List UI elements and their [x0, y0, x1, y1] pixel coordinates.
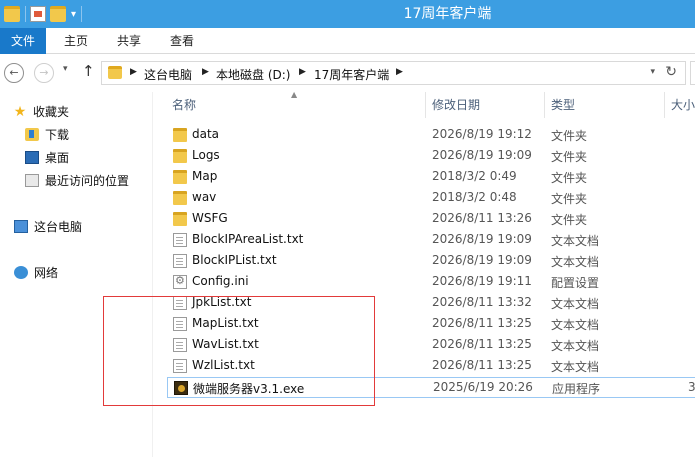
text-file-icon	[173, 233, 187, 247]
file-name: Config.ini	[192, 274, 249, 288]
file-date: 2026/8/19 19:09	[432, 232, 532, 246]
file-date: 2026/8/11 13:25	[432, 358, 532, 372]
chevron-right-icon[interactable]: ▶	[299, 67, 306, 77]
chevron-right-icon[interactable]: ▶	[130, 67, 137, 77]
breadcrumb-this-pc[interactable]: 这台电脑	[144, 66, 192, 83]
file-name: data	[192, 127, 220, 141]
tab-view[interactable]: 查看	[170, 28, 194, 54]
desktop-icon	[25, 151, 39, 164]
nav-item-label: 收藏夹	[33, 105, 70, 119]
nav-item-favorites[interactable]: ★ 收藏夹	[12, 102, 69, 122]
ribbon-tabs: 文件 主页 共享 查看	[0, 28, 695, 54]
file-type: 文本文档	[551, 318, 600, 332]
file-type: 文本文档	[551, 234, 600, 248]
refresh-icon[interactable]: ↻	[665, 64, 677, 80]
nav-item-recent-places[interactable]: 最近访问的位置	[25, 171, 129, 191]
nav-item-desktop[interactable]: 桌面	[25, 148, 69, 168]
file-row-blockiparealist[interactable]: BlockIPAreaList.txt 2026/8/19 19:09 文本文档	[167, 230, 695, 251]
nav-item-downloads[interactable]: 下载	[25, 125, 69, 145]
chevron-right-icon[interactable]: ▶	[396, 67, 403, 77]
file-date: 2026/8/11 13:25	[432, 337, 532, 351]
recent-locations-chevron-icon[interactable]: ▾	[63, 64, 68, 74]
file-type: 文件夹	[551, 129, 588, 143]
file-name: BlockIPAreaList.txt	[192, 232, 304, 246]
folder-icon	[108, 66, 122, 79]
file-name: Logs	[192, 148, 220, 162]
nav-item-label: 桌面	[45, 151, 70, 165]
tab-share[interactable]: 共享	[117, 28, 141, 54]
column-header-name[interactable]: 名称	[166, 92, 426, 118]
navigation-bar: ← → ▾ ↑ ▶ 这台电脑 ▶ 本地磁盘 (D:) ▶ 17周年客户端 ▶ ▾…	[0, 54, 695, 92]
file-date: 2026/8/19 19:09	[432, 148, 532, 162]
column-header-size[interactable]: 大小	[665, 92, 695, 118]
nav-item-network[interactable]: 网络	[14, 263, 58, 283]
up-arrow-icon[interactable]: ↑	[82, 62, 95, 80]
file-date: 2026/8/19 19:12	[432, 127, 532, 141]
file-type: 文本文档	[551, 255, 600, 269]
nav-item-this-pc[interactable]: 这台电脑	[14, 217, 82, 237]
nav-item-label: 最近访问的位置	[45, 174, 130, 188]
file-type: 文本文档	[551, 339, 600, 353]
window-title: 17周年客户端	[403, 6, 492, 22]
address-bar[interactable]: ▶ 这台电脑 ▶ 本地磁盘 (D:) ▶ 17周年客户端 ▶ ▾ ↻	[101, 61, 686, 85]
config-file-icon	[173, 274, 187, 289]
file-date: 2026/8/11 13:26	[432, 211, 532, 225]
folder-icon	[173, 212, 187, 226]
folder-icon	[173, 191, 187, 205]
folder-icon	[173, 170, 187, 184]
tab-file[interactable]: 文件	[0, 28, 46, 54]
file-date: 2018/3/2 0:48	[432, 190, 517, 204]
back-button[interactable]: ←	[4, 63, 24, 83]
file-row-blockiplist[interactable]: BlockIPList.txt 2026/8/19 19:09 文本文档	[167, 251, 695, 272]
file-size: 3,	[688, 380, 695, 394]
search-input[interactable]	[690, 61, 695, 85]
file-name: wav	[192, 190, 217, 204]
breadcrumb-current-folder[interactable]: 17周年客户端	[314, 66, 389, 83]
file-row-wsfg[interactable]: WSFG 2026/8/11 13:26 文件夹	[167, 209, 695, 230]
address-history-chevron-icon[interactable]: ▾	[650, 67, 655, 77]
column-header-type[interactable]: 类型	[545, 92, 665, 118]
file-row-map[interactable]: Map 2018/3/2 0:49 文件夹	[167, 167, 695, 188]
nav-item-label: 网络	[34, 266, 59, 280]
file-type: 应用程序	[552, 382, 601, 396]
network-icon	[14, 266, 28, 279]
file-name: Map	[192, 169, 218, 183]
forward-button[interactable]: →	[34, 63, 54, 83]
file-date: 2026/8/19 19:09	[432, 253, 532, 267]
file-date: 2018/3/2 0:49	[432, 169, 517, 183]
file-type: 配置设置	[551, 276, 600, 290]
column-header-date[interactable]: 修改日期	[426, 92, 545, 118]
column-header-row: ▲ 名称 修改日期 类型 大小	[153, 90, 695, 118]
file-date: 2026/8/19 19:11	[432, 274, 532, 288]
downloads-icon	[25, 128, 39, 141]
recent-places-icon	[25, 174, 39, 187]
folder-icon	[173, 149, 187, 163]
file-name: WSFG	[192, 211, 228, 225]
file-type: 文件夹	[551, 171, 588, 185]
title-bar: ▾ 17周年客户端	[0, 0, 695, 28]
file-date: 2026/8/11 13:32	[432, 295, 532, 309]
highlight-annotation-box	[103, 296, 375, 406]
chevron-right-icon[interactable]: ▶	[202, 67, 209, 77]
file-type: 文件夹	[551, 213, 588, 227]
computer-icon	[14, 220, 28, 233]
file-date: 2025/6/19 20:26	[433, 380, 533, 394]
text-file-icon	[173, 254, 187, 268]
file-type: 文本文档	[551, 360, 600, 374]
file-row-logs[interactable]: Logs 2026/8/19 19:09 文件夹	[167, 146, 695, 167]
file-row-data[interactable]: data 2026/8/19 19:12 文件夹	[167, 125, 695, 146]
folder-icon	[173, 128, 187, 142]
file-type: 文本文档	[551, 297, 600, 311]
nav-item-label: 这台电脑	[34, 220, 83, 234]
file-row-wav[interactable]: wav 2018/3/2 0:48 文件夹	[167, 188, 695, 209]
file-type: 文件夹	[551, 192, 588, 206]
tab-home[interactable]: 主页	[64, 28, 88, 54]
file-date: 2026/8/11 13:25	[432, 316, 532, 330]
nav-item-label: 下载	[45, 128, 70, 142]
file-row-config[interactable]: Config.ini 2026/8/19 19:11 配置设置	[167, 272, 695, 293]
file-type: 文件夹	[551, 150, 588, 164]
star-icon: ★	[13, 104, 27, 120]
breadcrumb-local-disk[interactable]: 本地磁盘 (D:)	[216, 66, 290, 83]
file-name: BlockIPList.txt	[192, 253, 277, 267]
